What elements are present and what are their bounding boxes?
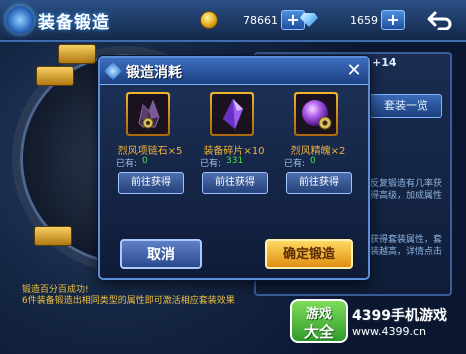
gold-value: 78661 <box>243 13 278 27</box>
go-obtain-button[interactable]: 前往获得 <box>202 172 268 194</box>
owned-label: 已有: <box>116 159 138 169</box>
gold-counter: 78661 + <box>200 10 305 30</box>
owned-count: 0 <box>142 156 148 166</box>
wheel-slot-tag <box>58 44 96 64</box>
dark-crystal-ore-icon <box>128 94 168 134</box>
watermark: 游戏 大全 4399手机游戏 www.4399.cn <box>290 298 462 344</box>
item-frame <box>294 92 338 136</box>
set-overview-button[interactable]: 套装一览 <box>370 94 442 118</box>
diamond-value: 1659 <box>350 13 378 27</box>
cost-item: 烈风项链石×5 已有: 0 前往获得 <box>108 92 192 202</box>
forge-description: 反复锻造有几率获得高级，加成属性 <box>370 179 443 201</box>
page-title: 装备锻造 <box>38 12 110 33</box>
item-name: 烈风项链石×5 <box>117 146 183 157</box>
watermark-badge-line: 游戏 <box>305 307 332 322</box>
title-area: 装备锻造 <box>6 4 110 36</box>
level-tag: +14 <box>372 56 397 69</box>
item-frame <box>126 92 170 136</box>
dialog-title: 锻造消耗 <box>126 65 182 81</box>
owned-count: 331 <box>226 156 244 166</box>
gold-coin-icon <box>200 11 218 29</box>
set-description: 获得套装属性，套装越高，详情点击 <box>370 235 443 257</box>
item-name: 装备碎片×10 <box>203 146 265 157</box>
top-bar: 装备锻造 78661 + 1659 + <box>0 0 466 42</box>
dialog-emblem-icon <box>104 62 122 80</box>
cost-item: 装备碎片×10 已有: 331 前往获得 <box>192 92 276 202</box>
add-diamond-button[interactable]: + <box>381 10 405 30</box>
forge-emblem-icon <box>6 6 34 34</box>
item-frame <box>210 92 254 136</box>
go-obtain-button[interactable]: 前往获得 <box>118 172 184 194</box>
item-name: 烈风精魄×2 <box>290 146 346 157</box>
watermark-url: www.4399.cn <box>352 324 426 338</box>
wheel-slot-tag <box>34 226 72 246</box>
owned-label: 已有: <box>200 159 222 169</box>
tip-line: 6件装备锻造出相同类型的属性即可激活相应套装效果 <box>22 296 235 306</box>
watermark-text: 4399手机游戏 www.4399.cn <box>352 305 447 338</box>
owned-count: 0 <box>310 156 316 166</box>
cancel-button[interactable]: 取消 <box>120 239 202 269</box>
cost-item: 烈风精魄×2 已有: 0 前往获得 <box>276 92 360 202</box>
purple-orb-icon <box>296 94 336 134</box>
confirm-forge-button[interactable]: 确定锻造 <box>265 239 353 269</box>
purple-shard-icon <box>212 94 252 134</box>
diamond-icon <box>300 13 318 27</box>
dialog-header: 锻造消耗 ✕ <box>100 58 368 85</box>
forge-cost-dialog: 锻造消耗 ✕ 烈风项链石×5 已有: 0 前往获得 装备碎片×10 已有: 33… <box>98 56 370 280</box>
watermark-title: 4399手机游戏 <box>352 307 447 324</box>
watermark-badge: 游戏 大全 <box>290 299 348 343</box>
game-screen: 装备锻造 78661 + 1659 + +14 套装一览 反复锻造有几率获得高级… <box>0 0 466 354</box>
owned-label: 已有: <box>284 159 306 169</box>
close-button[interactable]: ✕ <box>344 61 364 81</box>
go-obtain-button[interactable]: 前往获得 <box>286 172 352 194</box>
back-arrow-icon <box>427 11 452 30</box>
tip-line: 锻造百分百成功! <box>22 285 89 295</box>
diamond-counter: 1659 + <box>300 10 405 30</box>
back-button[interactable] <box>420 6 460 34</box>
watermark-badge-line: 大全 <box>303 323 334 341</box>
wheel-slot-tag <box>36 66 74 86</box>
forge-tips: 锻造百分百成功! 6件装备锻造出相同类型的属性即可激活相应套装效果 <box>22 285 242 307</box>
